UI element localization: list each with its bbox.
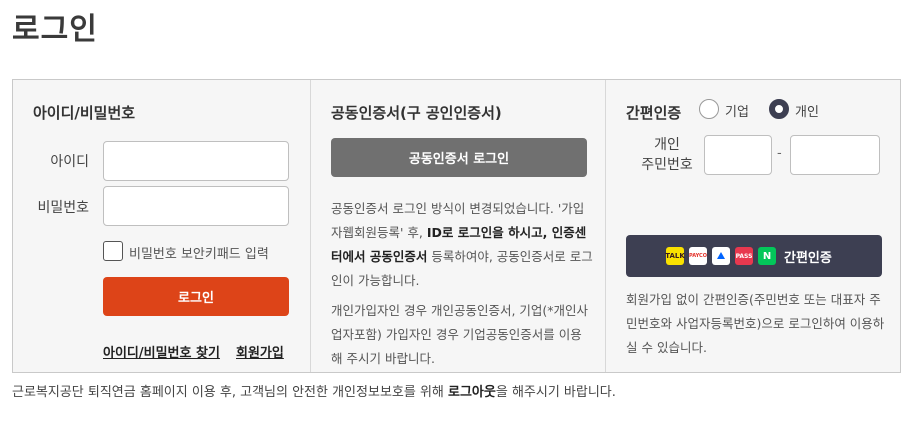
certificate-login-button[interactable]: 공동인증서 로그인 (331, 138, 587, 177)
password-label: 비밀번호 (37, 200, 89, 216)
toss-icon (712, 247, 730, 265)
logout-notice-text-2: 을 해주시기 바랍니다. (495, 385, 616, 400)
pass-icon: PASS (735, 247, 753, 265)
simple-auth-button-label: 간편인증 (784, 250, 832, 266)
keypad-checkbox[interactable] (103, 241, 123, 261)
page-title: 로그인 (12, 12, 98, 47)
certificate-section: 공동인증서(구 공인인증서) 공동인증서 로그인 공동인증서 로그인 방식이 변… (310, 80, 606, 372)
certificate-guide: 개인가입자인 경우 개인공동인증서, 기업(*개인사업자포함) 가입자인 경우 … (331, 303, 589, 366)
rrn-front-input[interactable] (704, 135, 772, 175)
kakao-icon: TALK (665, 247, 685, 265)
id-input[interactable] (103, 141, 289, 181)
radio-business-label: 기업 (725, 105, 749, 120)
id-password-title: 아이디/비밀번호 (33, 104, 136, 122)
join-link[interactable]: 회원가입 (236, 342, 284, 361)
rrn-dash: - (777, 146, 782, 161)
logout-notice: 근로복지공단 퇴직연금 홈페이지 이용 후, 고객님의 안전한 개인정보보호를 … (12, 381, 616, 400)
logout-notice-text-1: 근로복지공단 퇴직연금 홈페이지 이용 후, 고객님의 안전한 개인정보보호를 … (12, 385, 449, 400)
simple-auth-title: 간편인증 (626, 104, 682, 122)
radio-personal[interactable] (769, 99, 789, 119)
password-input[interactable] (103, 186, 289, 226)
simple-auth-description: 회원가입 없이 간편인증(주민번호 또는 대표자 주민번호와 사업자등록번호)으… (626, 292, 885, 355)
naver-icon: N (758, 247, 776, 265)
simple-auth-button[interactable]: TALK PAYCO PASS N 간편인증 (626, 235, 882, 277)
radio-personal-label: 개인 (795, 105, 819, 120)
simple-auth-section: 간편인증 기업 개인 개인 주민번호 - TALK PAYCO PASS N 간… (606, 80, 901, 372)
certificate-title: 공동인증서(구 공인인증서) (331, 104, 502, 122)
find-id-password-link[interactable]: 아이디/비밀번호 찾기 (103, 342, 220, 361)
certificate-notice: 공동인증서 로그인 방식이 변경되었습니다. '가입자웹회원등록' 후, ID로… (331, 197, 593, 293)
id-password-section: 아이디/비밀번호 아이디 비밀번호 비밀번호 보안키패드 입력 로그인 아이디/… (13, 80, 310, 372)
payco-icon: PAYCO (689, 247, 707, 265)
login-box: 아이디/비밀번호 아이디 비밀번호 비밀번호 보안키패드 입력 로그인 아이디/… (12, 79, 901, 373)
rrn-label-line-1: 개인 (654, 137, 680, 153)
rrn-back-input[interactable] (790, 135, 880, 175)
rrn-label-line-2: 주민번호 (641, 157, 693, 173)
radio-business[interactable] (699, 99, 719, 119)
logout-notice-emphasis: 로그아웃 (448, 385, 496, 400)
keypad-checkbox-label: 비밀번호 보안키패드 입력 (129, 247, 269, 262)
login-button[interactable]: 로그인 (103, 277, 289, 316)
id-label: 아이디 (50, 154, 89, 170)
rrn-label: 개인 주민번호 (634, 135, 700, 175)
